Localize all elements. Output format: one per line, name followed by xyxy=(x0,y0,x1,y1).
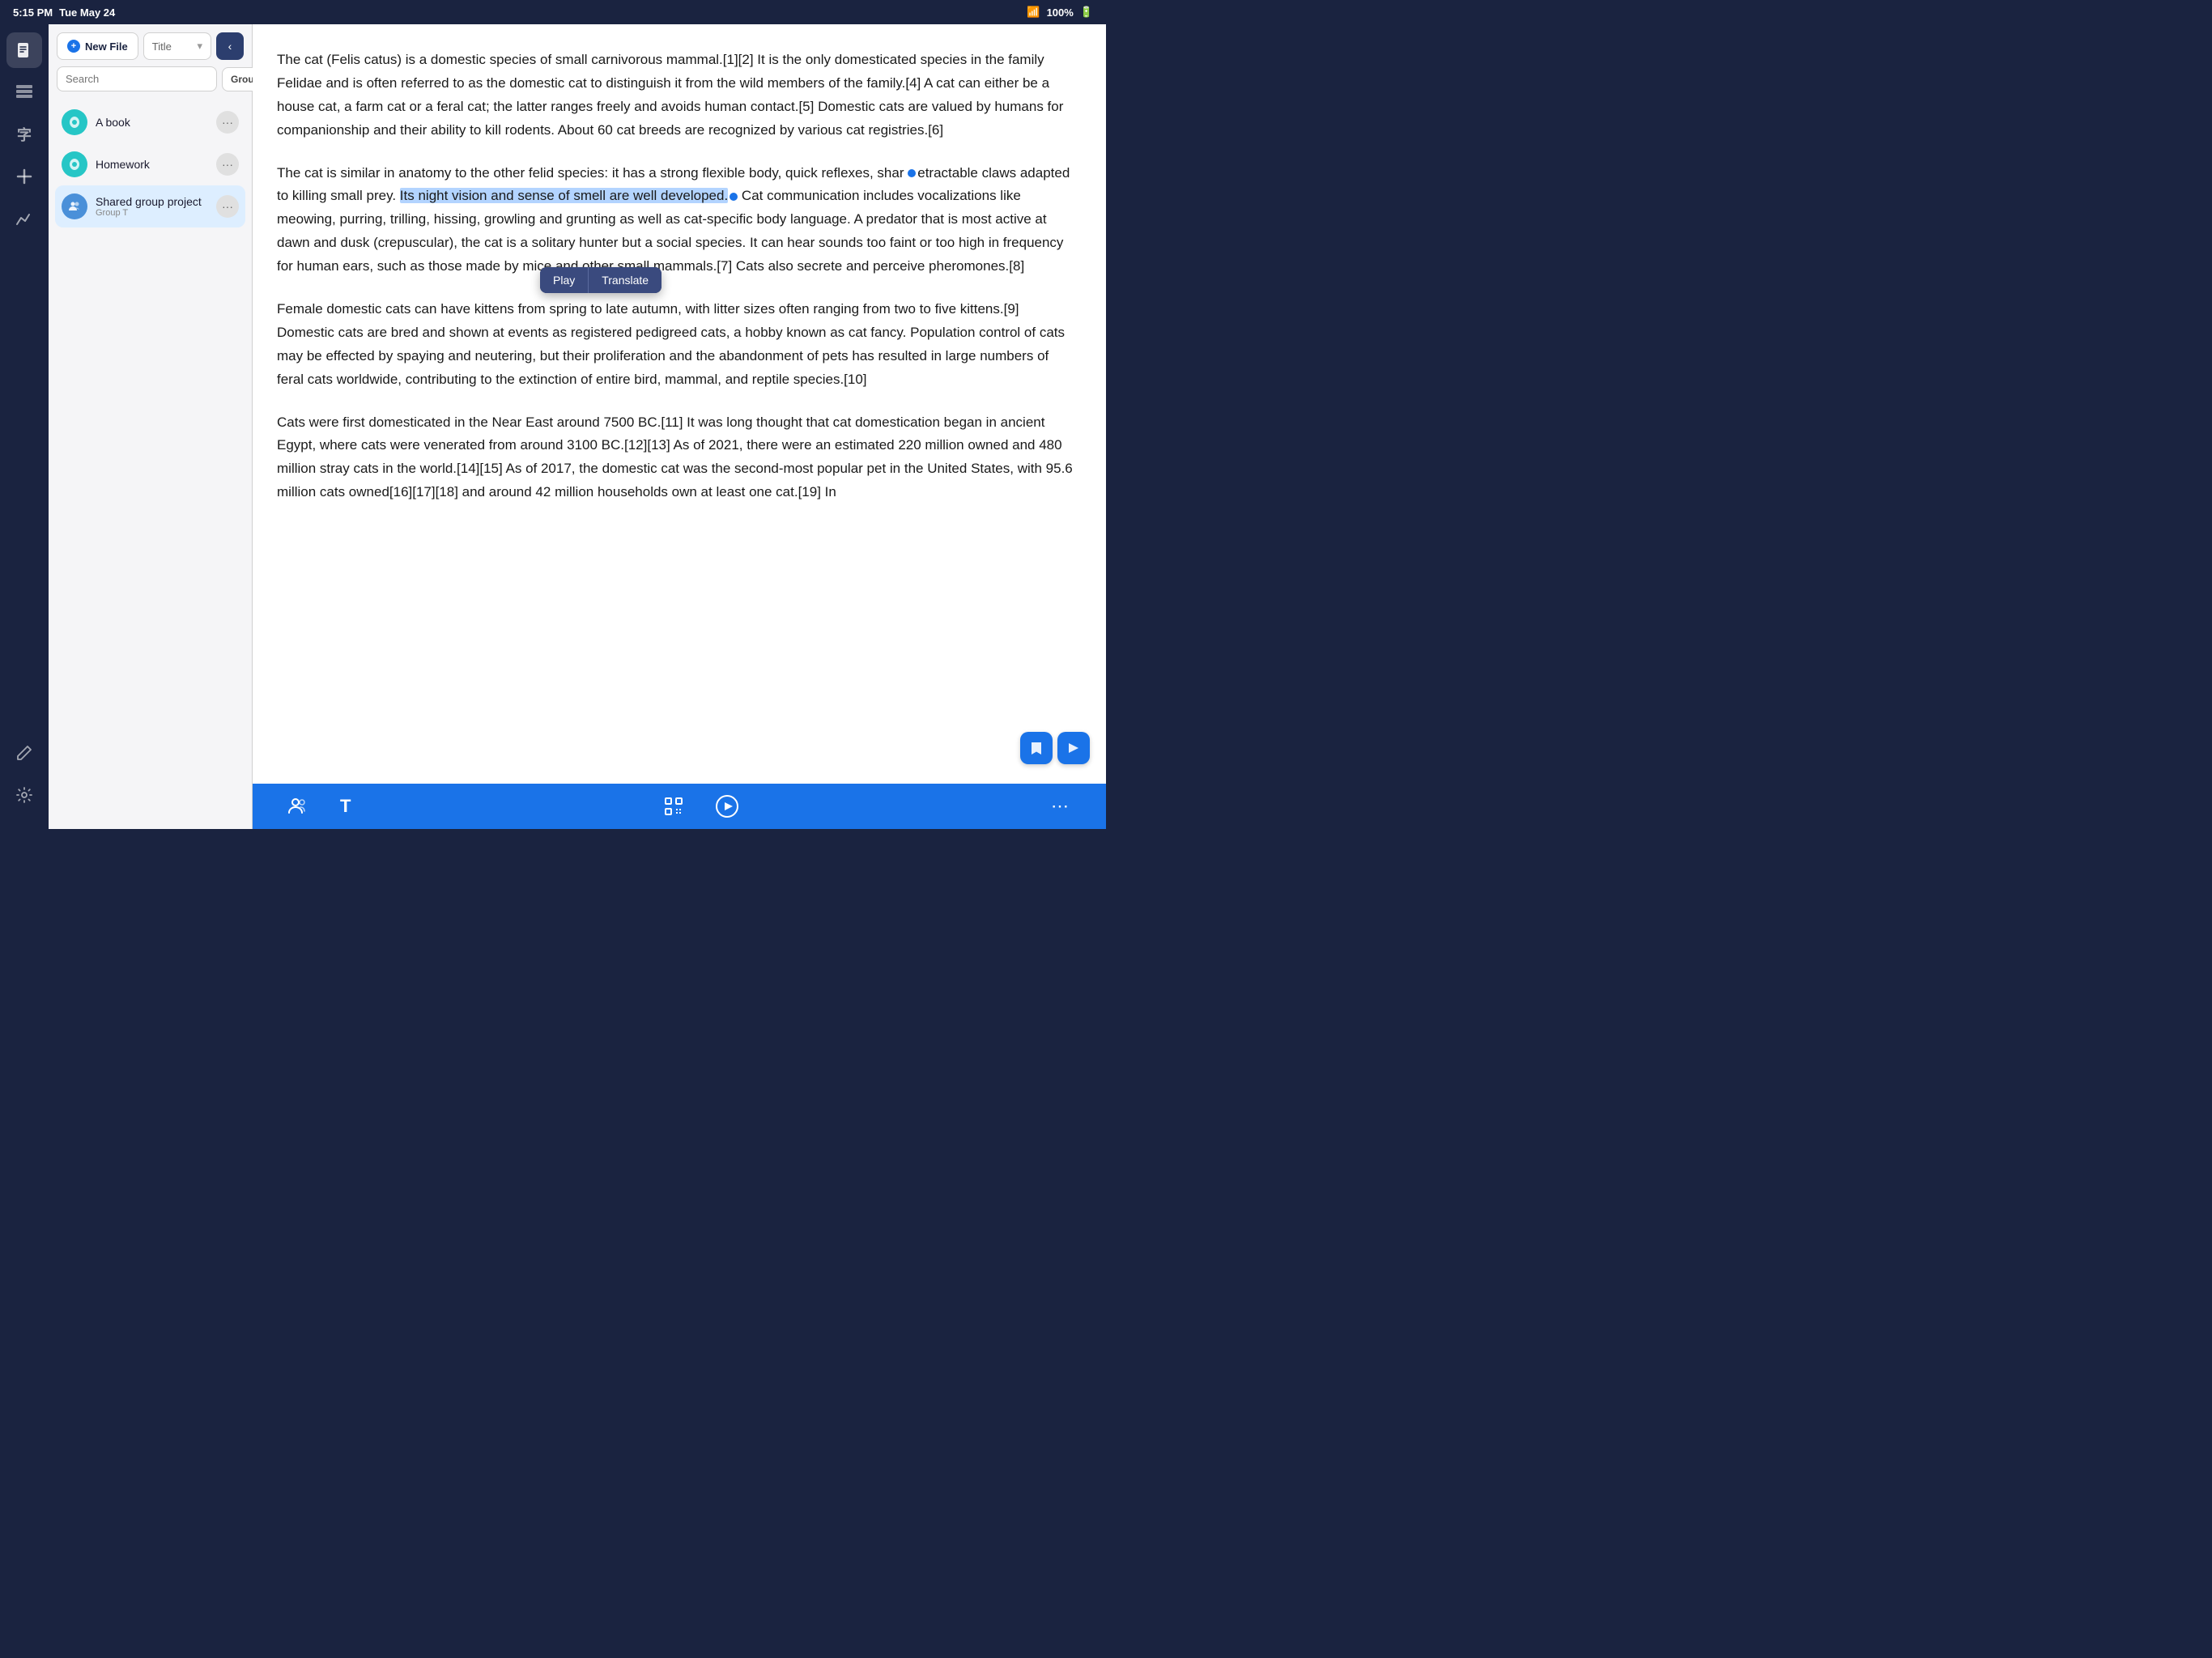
nav-chart[interactable] xyxy=(6,201,42,236)
nav-add[interactable] xyxy=(6,159,42,194)
bottom-toolbar: T ⋯ xyxy=(253,784,1106,829)
collapse-icon: ‹ xyxy=(228,40,232,53)
cursor-right xyxy=(730,193,738,201)
nav-bookmark[interactable] xyxy=(6,74,42,110)
users-toolbar-button[interactable] xyxy=(272,797,324,816)
selected-text: Its night vision and sense of smell are … xyxy=(400,188,728,203)
title-dropdown[interactable]: Title ▾ xyxy=(143,32,211,60)
list-item[interactable]: A book ··· xyxy=(55,101,245,143)
list-item[interactable]: Homework ··· xyxy=(55,143,245,185)
file-name-abook: A book xyxy=(96,116,208,129)
search-row: Group T xyxy=(49,66,252,98)
file-sub-group: Group T xyxy=(96,208,208,218)
content-scroll[interactable]: The cat (Felis catus) is a domestic spec… xyxy=(253,24,1106,784)
ellipsis-icon: ⋯ xyxy=(1051,796,1070,817)
list-item[interactable]: Shared group project Group T ··· xyxy=(55,185,245,227)
nav-pen[interactable] xyxy=(6,735,42,771)
scan-toolbar-button[interactable] xyxy=(648,797,700,816)
nav-translate[interactable]: 字 xyxy=(6,117,42,152)
status-date: Tue May 24 xyxy=(59,6,115,19)
nav-settings[interactable] xyxy=(6,777,42,813)
play-button[interactable]: Play xyxy=(540,267,589,293)
file-more-abook[interactable]: ··· xyxy=(216,111,239,134)
file-icon-abook xyxy=(62,109,87,135)
text-toolbar-button[interactable]: T xyxy=(324,796,367,817)
title-dropdown-label: Title xyxy=(152,40,172,53)
play-toolbar-button[interactable] xyxy=(700,795,755,818)
battery-level: 100% xyxy=(1047,6,1074,19)
file-info-group: Shared group project Group T xyxy=(96,195,208,218)
content-area: The cat (Felis catus) is a domestic spec… xyxy=(253,24,1106,829)
forward-float-button[interactable] xyxy=(1057,732,1090,764)
main-layout: 字 xyxy=(0,24,1106,829)
translate-button[interactable]: Translate xyxy=(589,267,661,293)
nav-bottom xyxy=(6,735,42,821)
paragraph-2: The cat is similar in anatomy to the oth… xyxy=(277,162,1074,278)
file-panel: + New File Title ▾ ‹ Group T xyxy=(49,24,253,829)
collapse-button[interactable]: ‹ xyxy=(216,32,244,60)
new-file-button[interactable]: + New File xyxy=(57,32,138,60)
status-bar: 5:15 PM Tue May 24 📶 100% 🔋 xyxy=(0,0,1106,24)
text-selection-popup: Play Translate xyxy=(540,267,661,293)
file-more-group[interactable]: ··· xyxy=(216,195,239,218)
file-icon-homework xyxy=(62,151,87,177)
status-time: 5:15 PM xyxy=(13,6,53,19)
nav-document[interactable] xyxy=(6,32,42,68)
file-name-group: Shared group project xyxy=(96,195,208,208)
file-more-homework[interactable]: ··· xyxy=(216,153,239,176)
paragraph-4: Cats were first domesticated in the Near… xyxy=(277,411,1074,505)
battery-icon: 🔋 xyxy=(1080,6,1093,19)
more-toolbar-button[interactable]: ⋯ xyxy=(1035,796,1087,817)
wifi-icon: 📶 xyxy=(1027,6,1040,19)
cursor-left xyxy=(908,169,916,177)
file-name-homework: Homework xyxy=(96,158,208,171)
search-input[interactable] xyxy=(57,66,217,91)
new-file-label: New File xyxy=(85,40,128,53)
chevron-down-icon: ▾ xyxy=(197,40,202,53)
text-T-icon: T xyxy=(340,796,351,817)
bookmark-float-button[interactable] xyxy=(1020,732,1053,764)
nav-sidebar: 字 xyxy=(0,24,49,829)
floating-buttons xyxy=(1020,732,1090,764)
file-icon-group xyxy=(62,193,87,219)
file-list: A book ··· Homework ··· xyxy=(49,98,252,829)
file-info-abook: A book xyxy=(96,116,208,129)
paragraph-1: The cat (Felis catus) is a domestic spec… xyxy=(277,49,1074,142)
plus-icon: + xyxy=(67,40,80,53)
file-info-homework: Homework xyxy=(96,158,208,171)
paragraph-3: Female domestic cats can have kittens fr… xyxy=(277,298,1074,392)
file-panel-header: + New File Title ▾ ‹ xyxy=(49,24,252,66)
